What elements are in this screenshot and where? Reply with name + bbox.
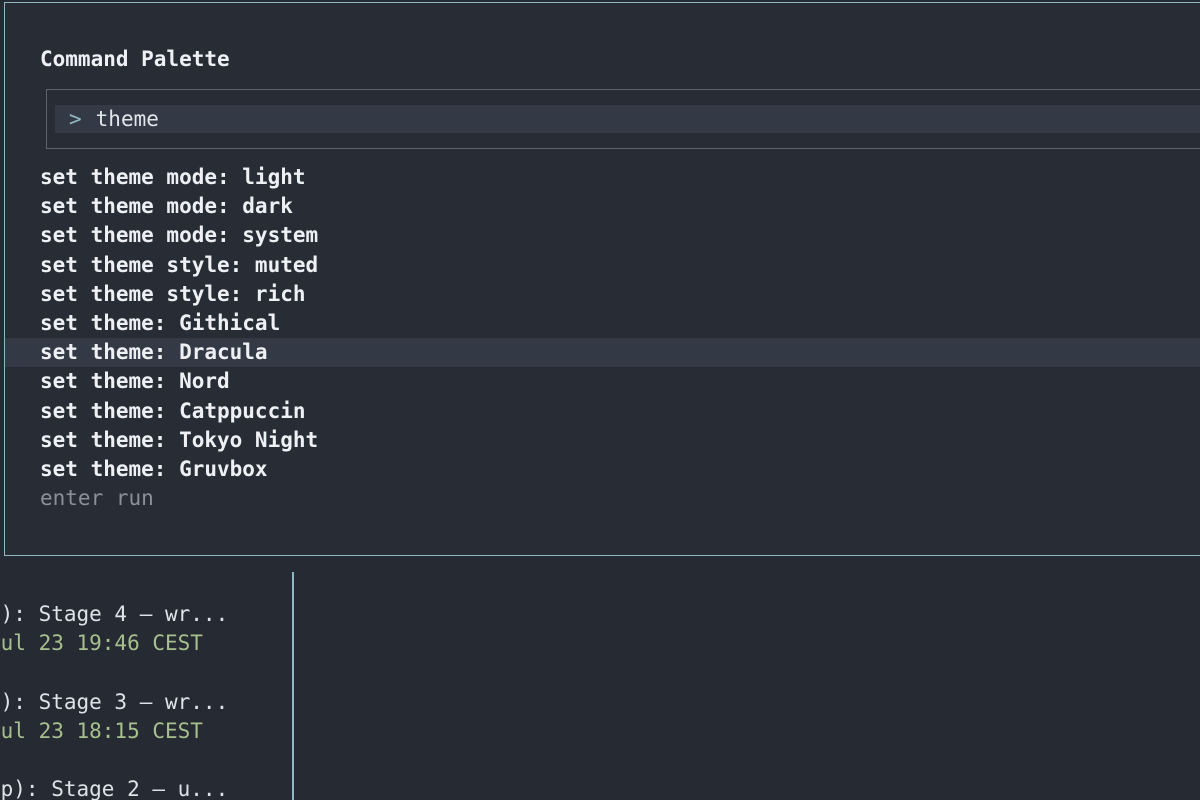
- log-entry-date: Jul 23 18:15 CEST: [0, 719, 203, 743]
- result-item[interactable]: set theme mode: system: [5, 221, 1200, 250]
- log-entry-title: p): Stage 3 — wr...: [0, 690, 229, 714]
- search-query[interactable]: theme: [96, 107, 159, 131]
- palette-title: Command Palette: [40, 47, 230, 71]
- log-entry[interactable]: p): Stage 4 — wr... Jul 23 19:46 CEST: [0, 600, 288, 658]
- terminal-screen: p): Stage 4 — wr... Jul 23 19:46 CEST p)…: [0, 0, 1200, 800]
- result-item-selected[interactable]: set theme: Dracula: [5, 338, 1200, 368]
- results-list: set theme mode: light set theme mode: da…: [5, 163, 1200, 513]
- log-entry[interactable]: p): Stage 3 — wr... Jul 23 18:15 CEST: [0, 688, 288, 746]
- search-input[interactable]: > theme: [55, 105, 1200, 133]
- pane-divider[interactable]: [292, 572, 294, 800]
- log-entry-title: p): Stage 4 — wr...: [0, 602, 229, 626]
- result-item[interactable]: set theme: Tokyo Night: [5, 426, 1200, 455]
- result-item[interactable]: set theme style: rich: [5, 280, 1200, 309]
- keyboard-hint: enter run: [40, 486, 154, 511]
- search-box[interactable]: > theme: [46, 89, 1200, 149]
- command-palette: Command Palette > theme set theme mode: …: [4, 2, 1200, 556]
- result-item[interactable]: set theme mode: dark: [5, 192, 1200, 221]
- log-entry-date: Jul 23 19:46 CEST: [0, 631, 203, 655]
- log-entry-title: sp): Stage 2 — u...: [0, 777, 229, 800]
- log-entry[interactable]: sp): Stage 2 — u...: [0, 775, 288, 800]
- result-item[interactable]: set theme style: muted: [5, 251, 1200, 280]
- result-item[interactable]: set theme: Gruvbox: [5, 455, 1200, 484]
- result-item[interactable]: set theme: Catppuccin: [5, 397, 1200, 426]
- result-item[interactable]: set theme: Nord: [5, 367, 1200, 396]
- result-item[interactable]: set theme mode: light: [5, 163, 1200, 192]
- prompt-icon: >: [69, 107, 82, 131]
- result-item[interactable]: set theme: Githical: [5, 309, 1200, 338]
